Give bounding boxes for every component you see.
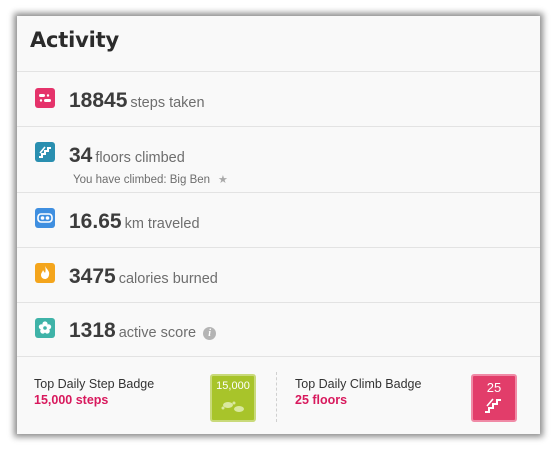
stat-active-score: 1318 active score i [69,319,217,343]
divider [17,247,540,248]
divider [17,302,540,303]
star-icon[interactable]: ★ [218,173,228,186]
stat-floors: 34 floors climbed [69,144,185,168]
stat-distance-unit: km traveled [124,216,200,232]
divider [17,192,540,193]
stat-calories-value: 3475 [69,265,116,288]
stat-active-unit: active score [118,325,197,341]
activity-panel: Activity 18845 steps taken 34 floors climb… [17,16,540,434]
divider [17,356,540,357]
stat-calories-unit: calories burned [118,271,218,287]
steps-icon [35,88,55,108]
stat-floors-value: 34 [69,144,93,167]
divider [17,71,540,72]
floors-climbed-note: You have climbed: Big Ben ★ [73,173,228,186]
distance-icon [35,208,55,228]
badge-divider [276,372,277,422]
flower-icon [35,318,55,338]
climb-badge-value[interactable]: 25 floors [295,393,347,407]
stat-steps: 18845 steps taken [69,89,205,113]
climb-badge-label: Top Daily Climb Badge [295,377,422,391]
stat-floors-unit: floors climbed [95,150,185,166]
stairs-icon [35,142,55,162]
stat-distance: 16.65 km traveled [69,210,200,234]
stat-distance-value: 16.65 [69,210,122,233]
stat-calories: 3475 calories burned [69,265,218,289]
floors-note-text: You have climbed: Big Ben [73,174,211,186]
climb-badge-icon[interactable]: 25 [471,374,517,422]
step-badge-label: Top Daily Step Badge [34,377,155,391]
divider [17,126,540,127]
stat-active-value: 1318 [69,319,116,342]
info-icon[interactable]: i [203,327,217,340]
panel-title: Activity [30,28,119,52]
flame-icon [35,263,55,283]
step-badge-icon[interactable]: 15,000 [210,374,256,422]
stat-steps-value: 18845 [69,89,128,112]
stat-steps-unit: steps taken [130,95,205,111]
step-badge-value[interactable]: 15,000 steps [34,393,108,407]
